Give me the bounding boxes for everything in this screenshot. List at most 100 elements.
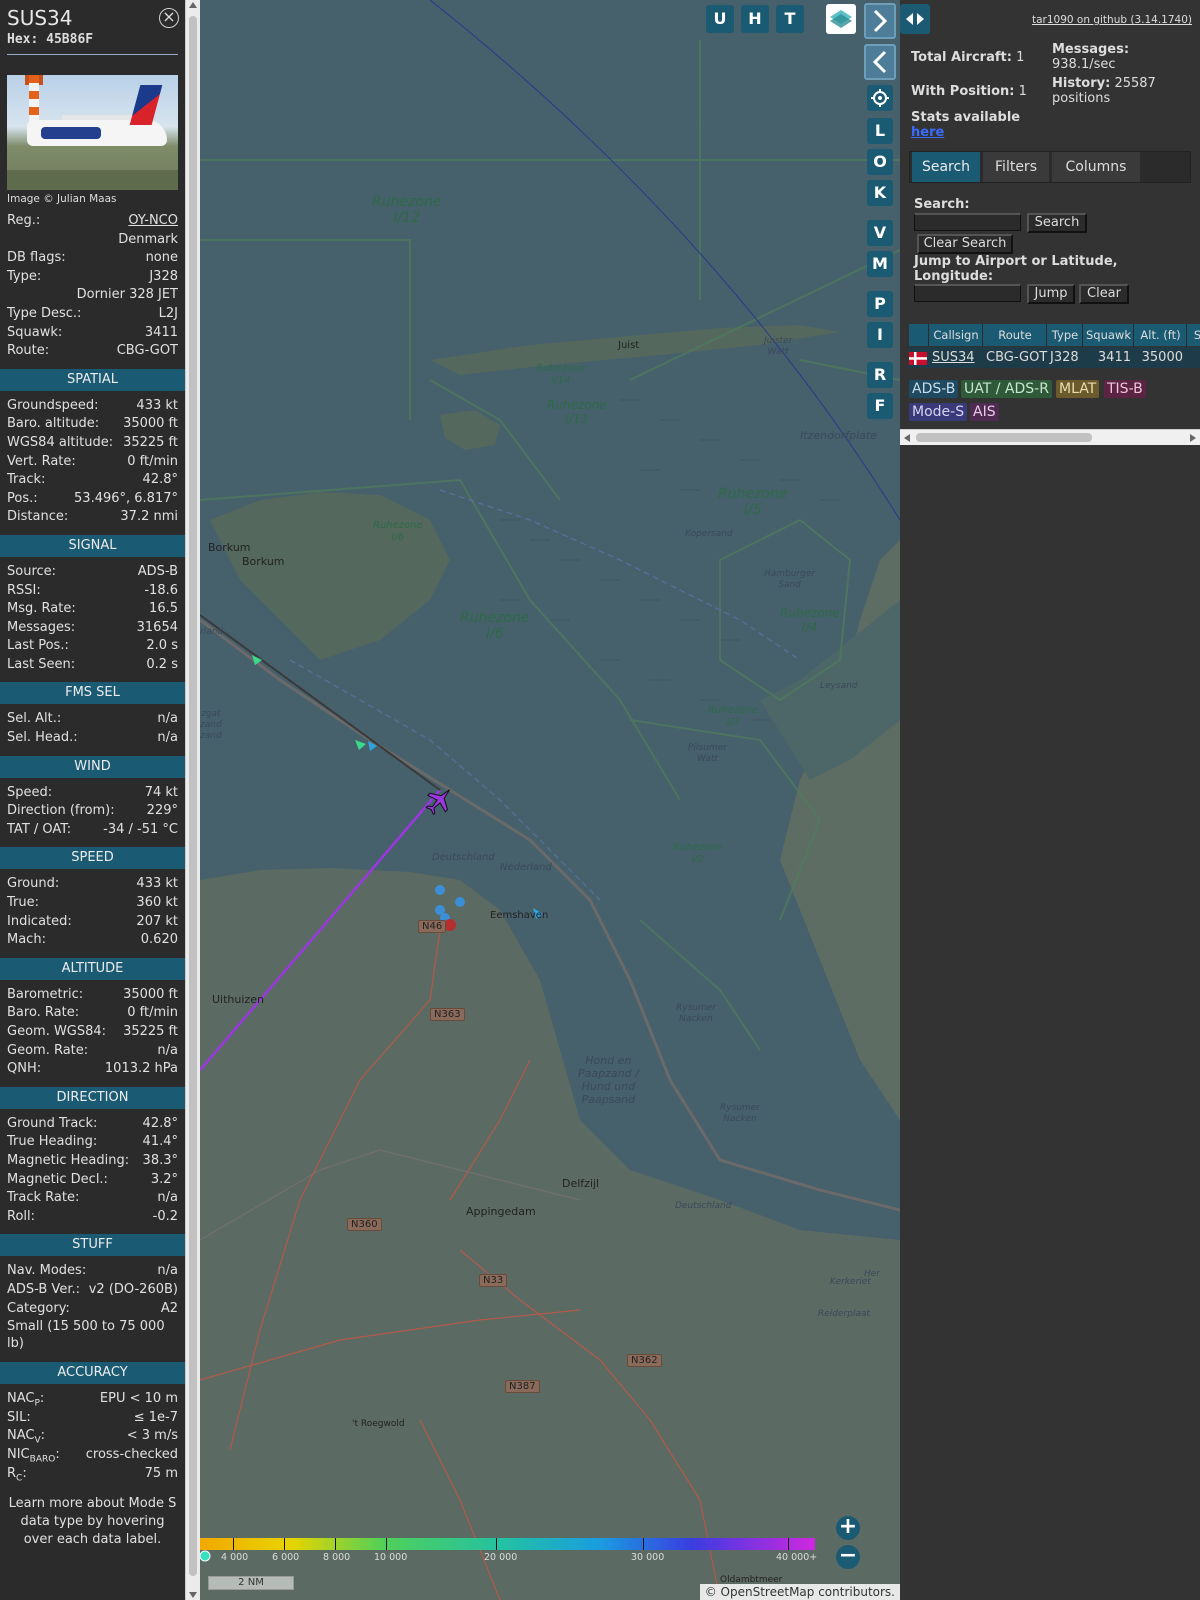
toggle-r-button[interactable]: R bbox=[867, 362, 893, 388]
github-link[interactable]: tar1090 on github (3.14.1740) bbox=[1032, 14, 1192, 26]
info-key[interactable]: Vert. Rate: bbox=[7, 453, 76, 472]
toggle-t-button[interactable]: T bbox=[776, 5, 804, 33]
info-scrollbar[interactable] bbox=[185, 0, 200, 1600]
info-key[interactable]: Geom. Rate: bbox=[7, 1042, 88, 1061]
source-chip-mlat[interactable]: MLAT bbox=[1056, 380, 1100, 398]
info-key[interactable]: Speed: bbox=[7, 784, 52, 803]
map-canvas[interactable]: Ruhezone I/12 Ruhezone I/14 Ruhezone I/13 Ruhe… bbox=[200, 0, 900, 1600]
info-key[interactable]: RC: bbox=[7, 1465, 27, 1484]
info-key[interactable]: Barometric: bbox=[7, 986, 83, 1005]
toggle-h-button[interactable]: H bbox=[741, 5, 769, 33]
scroll-down-icon[interactable] bbox=[189, 1592, 197, 1598]
table-row[interactable]: SUS34 CBG-GOT J328 3411 35000 bbox=[909, 347, 1200, 368]
tab-filters[interactable]: Filters bbox=[983, 152, 1049, 182]
column-speed[interactable]: S bbox=[1188, 324, 1200, 346]
section-header-altitude[interactable]: ALTITUDE bbox=[0, 957, 185, 980]
info-key[interactable]: Small (15 500 to 75 000 lb) bbox=[7, 1318, 178, 1354]
info-key[interactable]: Geom. WGS84: bbox=[7, 1023, 106, 1042]
section-header-spatial[interactable]: SPATIAL bbox=[0, 368, 185, 391]
info-key[interactable]: Magnetic Decl.: bbox=[7, 1171, 108, 1190]
toggle-m-button[interactable]: M bbox=[867, 251, 893, 277]
map-attribution[interactable]: © OpenStreetMap contributors. bbox=[699, 1584, 900, 1600]
close-icon[interactable]: × bbox=[159, 8, 179, 28]
zoom-out-button[interactable]: − bbox=[836, 1545, 860, 1569]
clear-search-button[interactable]: Clear Search bbox=[917, 234, 1013, 254]
next-aircraft-button[interactable] bbox=[864, 3, 896, 39]
info-key[interactable]: NICBARO: bbox=[7, 1446, 60, 1465]
source-chip-tis-b[interactable]: TIS-B bbox=[1104, 380, 1146, 398]
info-key[interactable]: Distance: bbox=[7, 508, 68, 527]
info-key[interactable]: Mach: bbox=[7, 931, 46, 950]
jump-button[interactable]: Jump bbox=[1027, 284, 1075, 304]
toggle-o-button[interactable]: O bbox=[867, 149, 893, 175]
scroll-up-icon[interactable] bbox=[189, 2, 197, 8]
info-key[interactable]: True: bbox=[7, 894, 39, 913]
zoom-in-button[interactable]: + bbox=[836, 1516, 860, 1540]
column-type[interactable]: Type bbox=[1048, 324, 1083, 346]
info-key[interactable]: RSSI: bbox=[7, 582, 41, 601]
section-header-stuff[interactable]: STUFF bbox=[0, 1234, 185, 1257]
column-route[interactable]: Route bbox=[984, 324, 1047, 346]
info-key[interactable]: ADS-B Ver.: bbox=[7, 1281, 80, 1300]
scrollbar-thumb[interactable] bbox=[189, 16, 197, 1576]
toggle-sidebar-button[interactable] bbox=[900, 4, 930, 34]
flag-column-header[interactable] bbox=[909, 324, 929, 346]
tab-search[interactable]: Search bbox=[912, 152, 980, 182]
info-key[interactable]: Ground Track: bbox=[7, 1115, 97, 1134]
row-callsign[interactable]: SUS34 bbox=[932, 347, 975, 368]
hscroll-thumb[interactable] bbox=[916, 433, 1092, 442]
section-header-speed[interactable]: SPEED bbox=[0, 847, 185, 870]
info-key[interactable]: Category: bbox=[7, 1300, 70, 1319]
source-chip-mode-s[interactable]: Mode-S bbox=[909, 403, 968, 421]
info-key[interactable]: Roll: bbox=[7, 1208, 35, 1227]
info-key[interactable]: WGS84 altitude: bbox=[7, 434, 113, 453]
info-key[interactable]: NACV: bbox=[7, 1427, 45, 1446]
info-key[interactable]: Indicated: bbox=[7, 913, 72, 932]
source-chip-uat---ads-r[interactable]: UAT / ADS-R bbox=[961, 380, 1052, 398]
info-key[interactable]: TAT / OAT: bbox=[7, 821, 71, 840]
jump-input[interactable] bbox=[914, 284, 1021, 302]
info-key[interactable]: Ground: bbox=[7, 875, 59, 894]
info-key[interactable]: Baro. Rate: bbox=[7, 1004, 79, 1023]
toggle-k-button[interactable]: K bbox=[867, 180, 893, 206]
section-header-signal[interactable]: SIGNAL bbox=[0, 534, 185, 557]
info-key[interactable]: Messages: bbox=[7, 619, 75, 638]
registration-link[interactable]: OY-NCO bbox=[128, 212, 178, 231]
section-header-fms-sel[interactable]: FMS SEL bbox=[0, 682, 185, 705]
stats-link[interactable]: here bbox=[911, 125, 944, 140]
toggle-l-button[interactable]: L bbox=[867, 118, 893, 144]
toggle-f-button[interactable]: F bbox=[867, 393, 893, 419]
toggle-v-button[interactable]: V bbox=[867, 220, 893, 246]
info-key[interactable]: Last Pos.: bbox=[7, 637, 69, 656]
info-key[interactable]: Magnetic Heading: bbox=[7, 1152, 129, 1171]
info-key[interactable]: Msg. Rate: bbox=[7, 600, 76, 619]
source-chip-ads-b[interactable]: ADS-B bbox=[909, 380, 959, 398]
section-header-wind[interactable]: WIND bbox=[0, 755, 185, 778]
section-header-direction[interactable]: DIRECTION bbox=[0, 1086, 185, 1109]
info-key[interactable]: Baro. altitude: bbox=[7, 415, 99, 434]
info-key[interactable]: Track: bbox=[7, 471, 45, 490]
aircraft-photo[interactable] bbox=[7, 75, 178, 190]
info-key[interactable]: Last Seen: bbox=[7, 656, 75, 675]
settings-button[interactable] bbox=[867, 85, 893, 111]
column-callsign[interactable]: Callsign bbox=[930, 324, 983, 346]
column-squawk[interactable]: Squawk bbox=[1084, 324, 1134, 346]
info-key[interactable]: NACP: bbox=[7, 1390, 44, 1409]
info-key[interactable]: True Heading: bbox=[7, 1133, 97, 1152]
info-key[interactable]: Direction (from): bbox=[7, 802, 115, 821]
info-key[interactable]: Pos.: bbox=[7, 490, 38, 509]
info-key[interactable]: Source: bbox=[7, 563, 56, 582]
table-horizontal-scrollbar[interactable] bbox=[900, 429, 1200, 445]
info-key[interactable]: SIL: bbox=[7, 1409, 31, 1428]
info-key[interactable]: Groundspeed: bbox=[7, 397, 98, 416]
column-altitude[interactable]: Alt. (ft) bbox=[1135, 324, 1187, 346]
prev-aircraft-button[interactable] bbox=[864, 44, 896, 80]
scroll-left-icon[interactable] bbox=[904, 434, 910, 442]
toggle-i-button[interactable]: I bbox=[867, 322, 893, 348]
scroll-right-icon[interactable] bbox=[1190, 434, 1196, 442]
info-key[interactable]: Sel. Alt.: bbox=[7, 710, 61, 729]
toggle-p-button[interactable]: P bbox=[867, 291, 893, 317]
info-key[interactable]: QNH: bbox=[7, 1060, 41, 1079]
search-input[interactable] bbox=[914, 213, 1021, 231]
clear-button[interactable]: Clear bbox=[1079, 284, 1129, 304]
